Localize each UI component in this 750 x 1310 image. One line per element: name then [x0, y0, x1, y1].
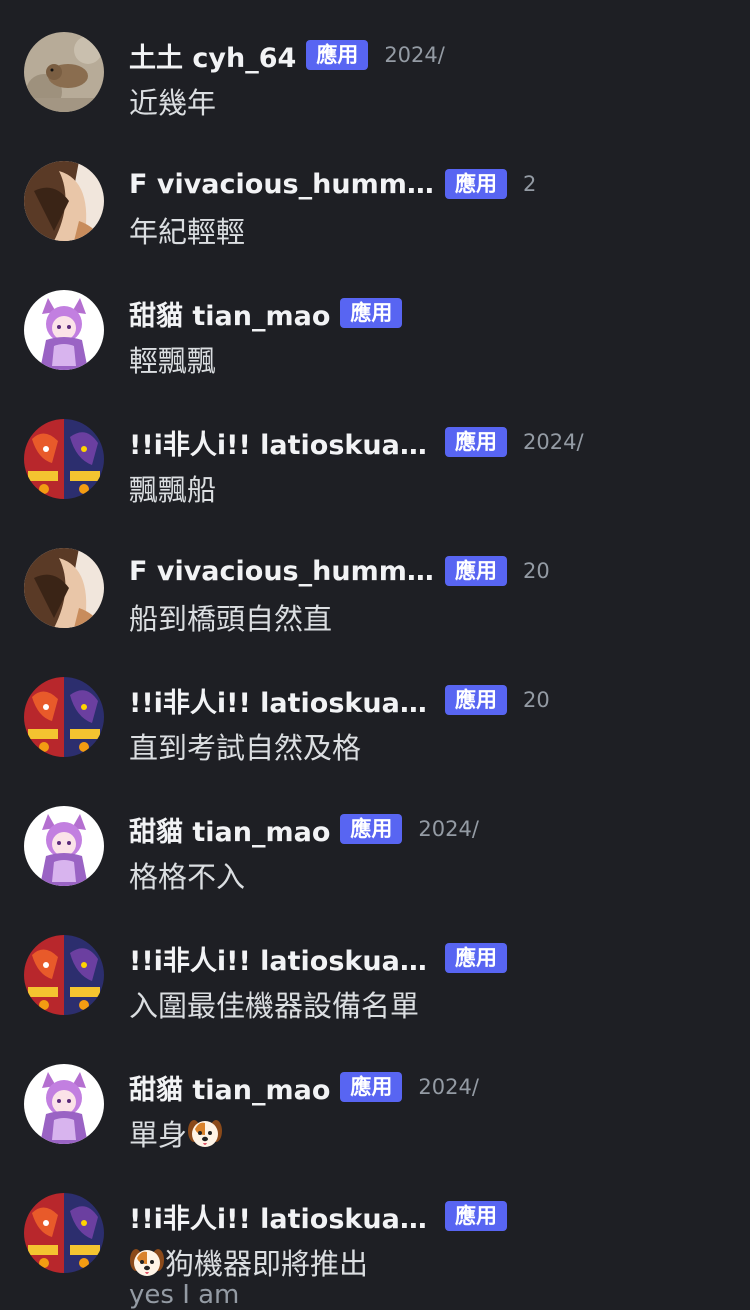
app-badge: 應用 — [445, 427, 507, 457]
message-row[interactable]: 甜貓 tian_mao 應用 2024/ 單身 — [0, 1064, 750, 1164]
message-text: 輕飄飄 — [129, 344, 217, 378]
app-badge: 應用 — [445, 943, 507, 973]
username[interactable]: 甜貓 tian_mao — [129, 1068, 330, 1107]
username[interactable]: !!i非人i!! latioskuantw — [129, 423, 435, 462]
cat-girl-avatar[interactable] — [24, 290, 104, 370]
app-badge: 應用 — [445, 685, 507, 715]
message-header: !!i非人i!! latioskuantw 應用 20 — [129, 681, 550, 720]
cat-girl-avatar[interactable] — [24, 806, 104, 886]
username[interactable]: F vivacious_hummin... — [129, 169, 435, 200]
message-row[interactable]: F vivacious_hummin... 應用 2 年紀輕輕 — [0, 161, 750, 261]
app-badge: 應用 — [340, 298, 403, 328]
message-row[interactable]: !!i非人i!! latioskuantw 應用 入圍最佳機器設備名單 — [0, 935, 750, 1035]
app-badge: 應用 — [306, 40, 369, 70]
message-row[interactable]: !!i非人i!! latioskuantw 應用 2024/ 飄飄船 — [0, 419, 750, 519]
message-row[interactable]: !!i非人i!! latioskuantw 應用 狗機器即將推出 — [0, 1193, 750, 1293]
message-text: 格格不入 — [129, 860, 246, 894]
message-header: F vivacious_hummin... 應用 20 — [129, 554, 550, 588]
partial-message-text: yes I am — [129, 1280, 240, 1310]
message-row[interactable]: 甜貓 tian_mao 應用 輕飄飄 — [0, 290, 750, 390]
message-text: 狗機器即將推出 — [129, 1241, 368, 1283]
timestamp: 2024/ — [384, 43, 445, 67]
pokemon-avatar[interactable] — [24, 419, 104, 499]
hamster-avatar[interactable] — [24, 32, 104, 112]
message-header: !!i非人i!! latioskuantw 應用 — [129, 939, 523, 978]
message-row[interactable]: F vivacious_hummin... 應用 20 船到橋頭自然直 — [0, 548, 750, 648]
message-header: !!i非人i!! latioskuantw 應用 2024/ — [129, 423, 584, 462]
message-header: F vivacious_hummin... 應用 2 — [129, 167, 536, 201]
anime-girl-avatar[interactable] — [24, 548, 104, 628]
message-text: 單身 — [129, 1112, 223, 1154]
message-header: 甜貓 tian_mao 應用 — [129, 294, 418, 333]
pokemon-avatar[interactable] — [24, 935, 104, 1015]
message-text: 年紀輕輕 — [129, 215, 246, 249]
timestamp: 2024/ — [418, 1075, 479, 1099]
message-text: 直到考試自然及格 — [129, 731, 362, 765]
timestamp: 20 — [523, 559, 550, 583]
cat-girl-avatar[interactable] — [24, 1064, 104, 1144]
app-badge: 應用 — [340, 814, 403, 844]
message-feed[interactable]: 土土 cyh_64 應用 2024/ 近幾年 F vivacious_hummi… — [0, 0, 750, 1310]
timestamp: 2024/ — [523, 430, 584, 454]
message-row[interactable]: 甜貓 tian_mao 應用 2024/ 格格不入 — [0, 806, 750, 906]
dog-face-icon — [187, 1115, 223, 1151]
timestamp: 2024/ — [418, 817, 479, 841]
message-header: 土土 cyh_64 應用 2024/ — [129, 36, 445, 75]
timestamp: 2 — [523, 172, 537, 196]
username[interactable]: !!i非人i!! latioskuantw — [129, 1197, 435, 1236]
app-badge: 應用 — [340, 1072, 403, 1102]
message-row[interactable]: 土土 cyh_64 應用 2024/ 近幾年 — [0, 32, 750, 132]
app-badge: 應用 — [445, 169, 507, 199]
message-text: 飄飄船 — [129, 473, 217, 507]
app-badge: 應用 — [445, 1201, 507, 1231]
message-text: 船到橋頭自然直 — [129, 602, 333, 636]
timestamp: 20 — [523, 688, 550, 712]
message-header: !!i非人i!! latioskuantw 應用 — [129, 1197, 523, 1236]
username[interactable]: F vivacious_hummin... — [129, 556, 435, 587]
pokemon-avatar[interactable] — [24, 677, 104, 757]
app-badge: 應用 — [445, 556, 507, 586]
message-text: 入圍最佳機器設備名單 — [129, 989, 420, 1023]
anime-girl-avatar[interactable] — [24, 161, 104, 241]
message-header: 甜貓 tian_mao 應用 2024/ — [129, 810, 479, 849]
message-header: 甜貓 tian_mao 應用 2024/ — [129, 1068, 479, 1107]
dog-face-icon — [129, 1244, 165, 1280]
username[interactable]: !!i非人i!! latioskuantw — [129, 681, 435, 720]
pokemon-avatar[interactable] — [24, 1193, 104, 1273]
message-row[interactable]: !!i非人i!! latioskuantw 應用 20 直到考試自然及格 — [0, 677, 750, 777]
username[interactable]: !!i非人i!! latioskuantw — [129, 939, 435, 978]
message-text: 近幾年 — [129, 86, 217, 120]
username[interactable]: 甜貓 tian_mao — [129, 810, 330, 849]
username[interactable]: 土土 cyh_64 — [129, 36, 296, 75]
username[interactable]: 甜貓 tian_mao — [129, 294, 330, 333]
